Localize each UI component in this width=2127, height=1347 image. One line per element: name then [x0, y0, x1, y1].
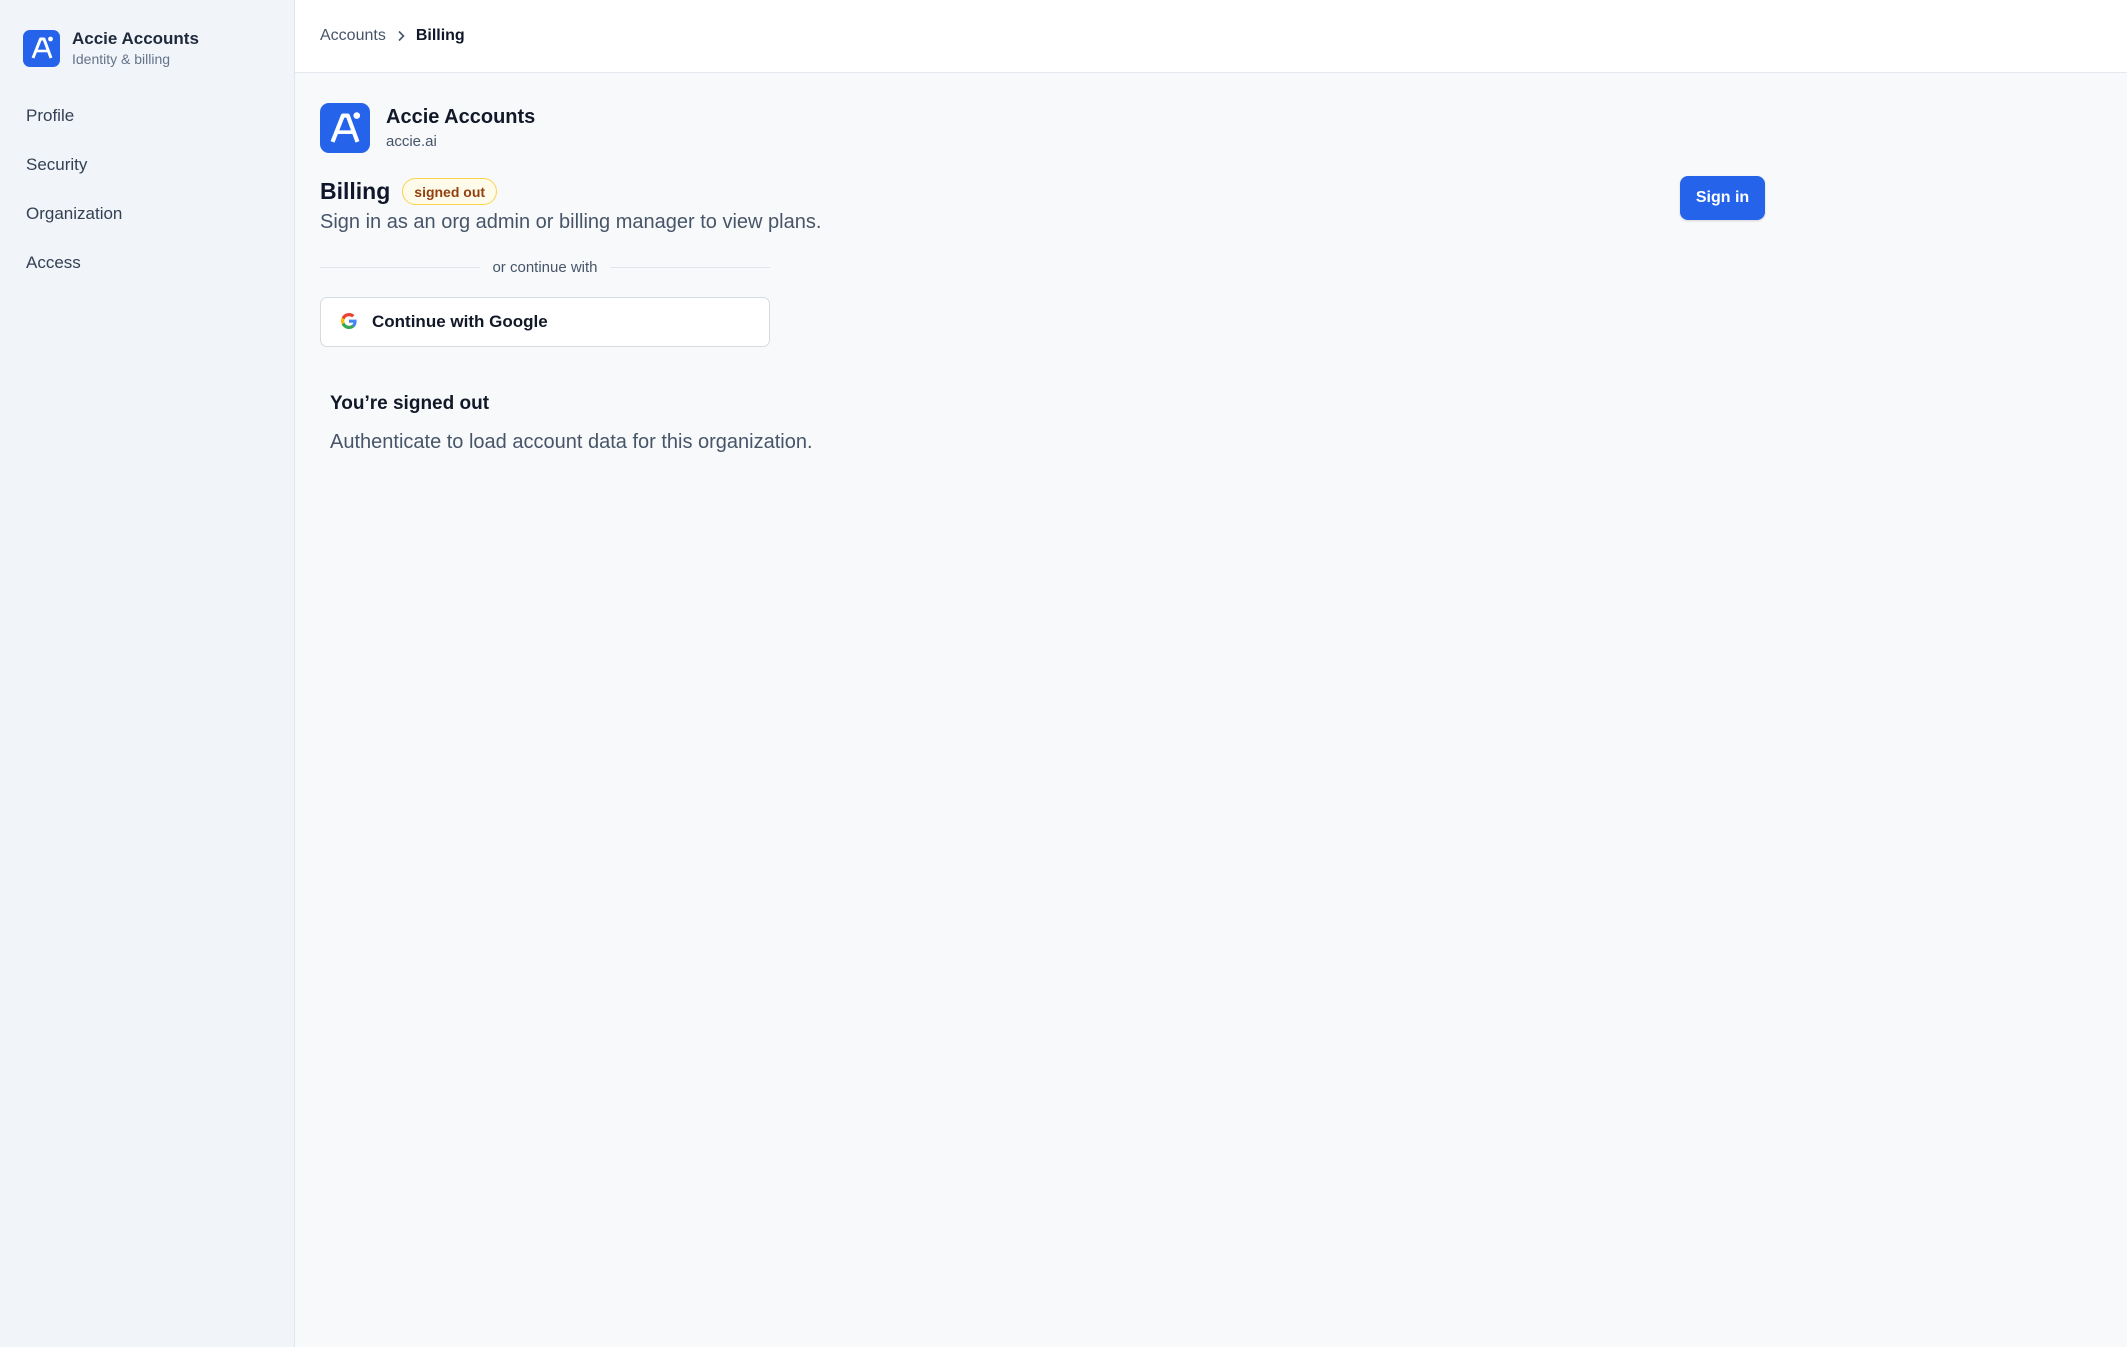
accie-logo-icon — [320, 103, 370, 153]
content: Accie Accounts accie.ai Billing signed o… — [320, 103, 1770, 453]
divider: or continue with — [320, 259, 770, 276]
breadcrumb-current: Billing — [415, 27, 465, 44]
google-icon — [339, 311, 359, 334]
main-area: Accounts Billing Accie Accounts accie.ai — [295, 0, 2127, 1347]
continue-with-google-button[interactable]: Continue with Google — [320, 297, 770, 347]
app-header: Accie Accounts accie.ai — [320, 103, 1770, 153]
sidebar-item-organization[interactable]: Organization — [12, 194, 282, 234]
notice-body: Authenticate to load account data for th… — [330, 431, 813, 453]
app-root: Accie Accounts Identity & billing Profil… — [0, 0, 2127, 1347]
accie-logo-icon — [23, 29, 60, 67]
divider-line-right — [609, 267, 770, 268]
sidebar: Accie Accounts Identity & billing Profil… — [0, 0, 295, 1347]
app-name: Accie Accounts — [386, 106, 536, 128]
divider-label: or continue with — [492, 259, 598, 276]
page-title: Billing — [320, 178, 391, 204]
chevron-right-icon — [396, 30, 406, 42]
sidebar-item-security[interactable]: Security — [12, 145, 282, 185]
sidebar-brand[interactable]: Accie Accounts Identity & billing — [23, 28, 199, 68]
title-row: Billing signed out — [320, 178, 498, 205]
google-button-label: Continue with Google — [372, 312, 548, 331]
notice-title: You’re signed out — [330, 393, 490, 414]
brand-subtitle: Identity & billing — [72, 51, 171, 67]
divider-line-left — [320, 267, 481, 268]
brand-title: Accie Accounts — [72, 29, 199, 48]
signed-out-notice: You’re signed out Authenticate to load a… — [330, 393, 813, 454]
breadcrumb-accounts[interactable]: Accounts — [320, 27, 386, 45]
page-subtitle: Sign in as an org admin or billing manag… — [320, 211, 822, 233]
sidebar-item-access[interactable]: Access — [12, 243, 282, 283]
sidebar-item-profile[interactable]: Profile — [12, 96, 282, 136]
status-badge: signed out — [402, 178, 498, 205]
sidebar-nav: Profile Security Organization Access — [12, 96, 282, 292]
sign-in-button[interactable]: Sign in — [1680, 176, 1765, 220]
breadcrumb: Accounts Billing — [295, 0, 2127, 73]
app-domain: accie.ai — [386, 133, 437, 150]
